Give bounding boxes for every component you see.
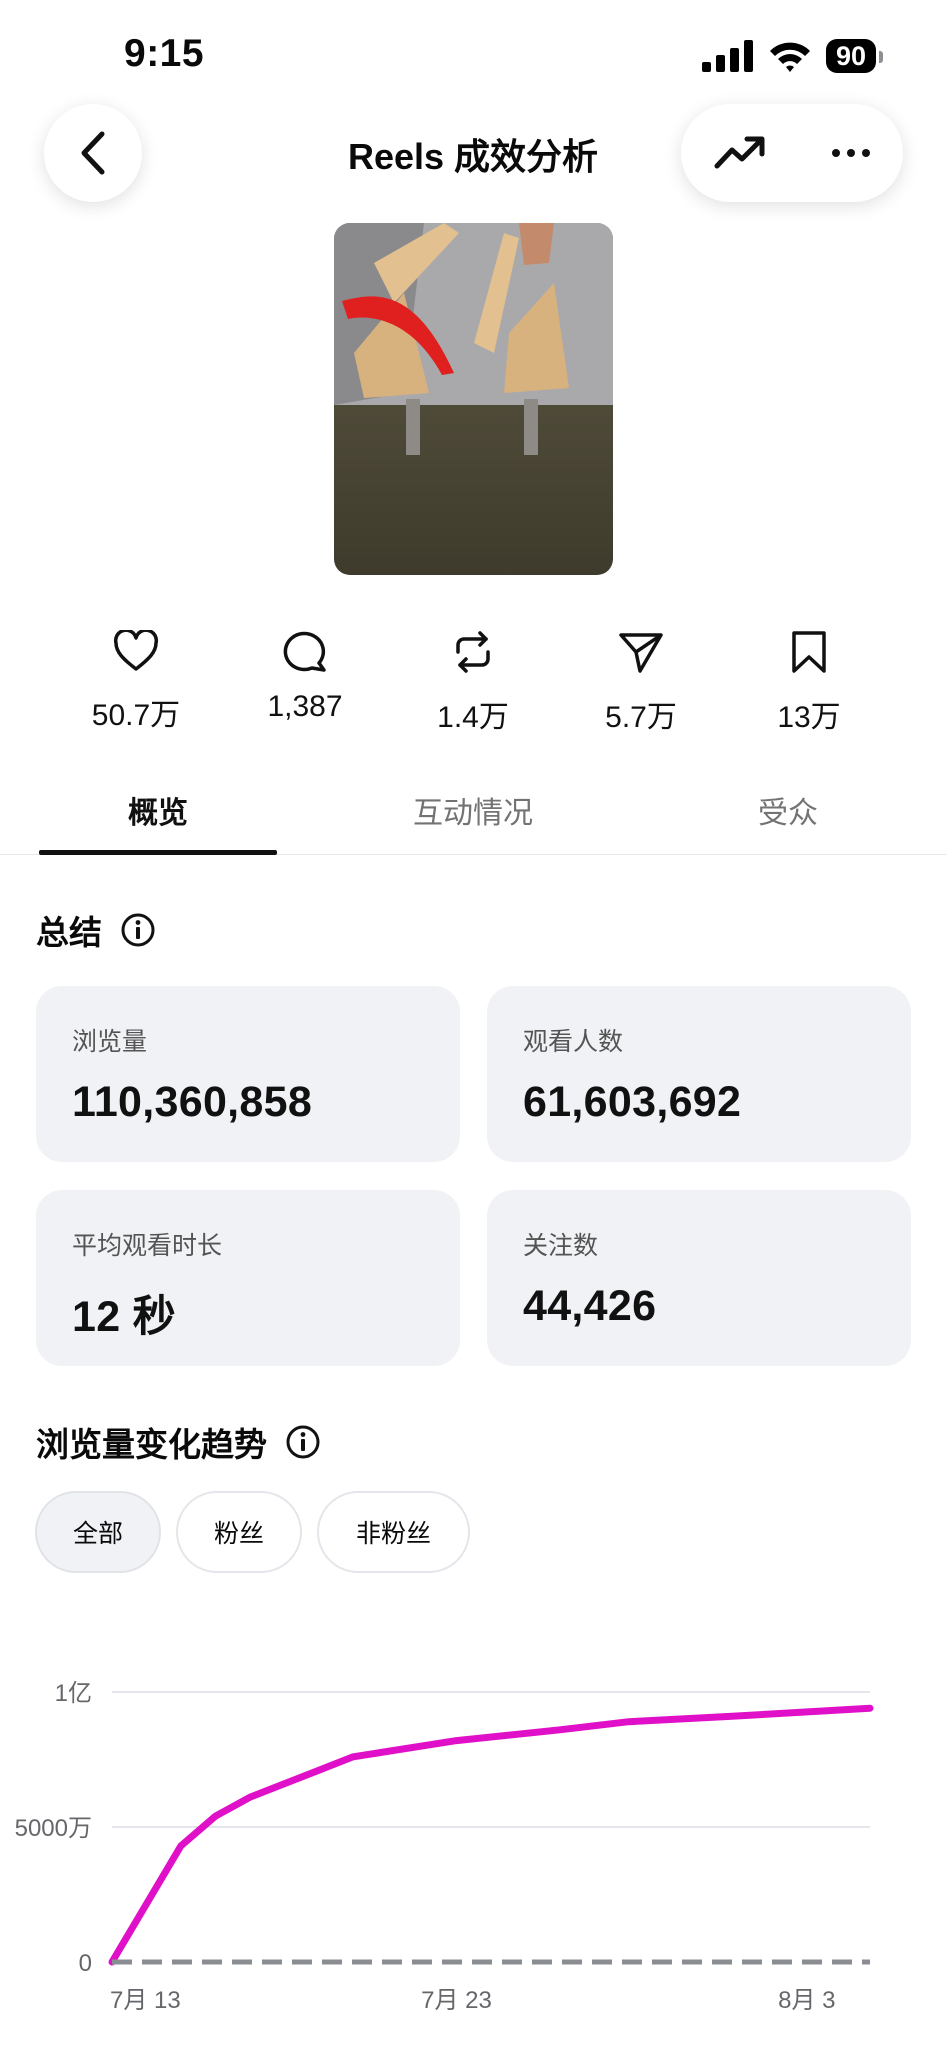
card-value: 12 秒 — [72, 1293, 176, 1341]
status-icons: 90 — [701, 36, 884, 76]
card-value: 110,360,858 — [72, 1078, 313, 1126]
y-tick-label: 1亿 — [55, 1680, 92, 1707]
status-bar: 9:15 90 — [0, 0, 946, 110]
x-tick-label: 7月 23 — [421, 1987, 492, 2014]
trend-header: 浏览量变化趋势 — [36, 1418, 321, 1466]
battery-indicator: 90 — [825, 39, 884, 73]
heart-icon — [113, 630, 159, 671]
stat-card-views[interactable]: 浏览量 110,360,858 — [36, 986, 460, 1162]
header-actions — [681, 104, 903, 202]
reel-thumbnail[interactable] — [334, 223, 613, 575]
card-value: 61,603,692 — [523, 1078, 742, 1126]
filter-chip-non-followers[interactable]: 非粉丝 — [317, 1491, 470, 1573]
metric-saves[interactable]: 13万 — [725, 630, 893, 736]
more-options-icon[interactable] — [831, 148, 871, 158]
cellular-signal-icon — [701, 40, 753, 72]
y-tick-label: 5000万 — [15, 1815, 92, 1842]
x-tick-label: 8月 3 — [778, 1987, 835, 2014]
wifi-icon — [769, 42, 810, 72]
metric-shares[interactable]: 5.7万 — [557, 630, 725, 736]
send-icon — [619, 633, 663, 673]
tab-overview[interactable]: 概览 — [39, 788, 277, 832]
metric-likes[interactable]: 50.7万 — [52, 630, 220, 734]
summary-header: 总结 — [36, 906, 156, 954]
metric-value: 13万 — [777, 701, 841, 734]
info-icon[interactable] — [120, 912, 156, 948]
status-time: 9:15 — [124, 32, 205, 75]
metric-value: 1.4万 — [437, 701, 509, 734]
card-label: 平均观看时长 — [72, 1232, 223, 1260]
metric-value: 50.7万 — [91, 699, 181, 732]
comment-icon — [283, 631, 326, 672]
stat-card-watch-time[interactable]: 平均观看时长 12 秒 — [36, 1190, 460, 1366]
filter-chip-followers[interactable]: 粉丝 — [176, 1491, 302, 1573]
tab-bar: 概览 互动情况 受众 — [0, 780, 946, 855]
y-tick-label: 0 — [79, 1950, 92, 1977]
metric-value: 1,387 — [267, 690, 343, 723]
views-trend-chart: 0 5000万 1亿 7月 13 7月 23 8月 3 — [15, 1680, 874, 2014]
bookmark-icon — [792, 631, 826, 673]
metric-value: 5.7万 — [605, 701, 677, 734]
repost-icon — [456, 631, 490, 673]
card-label: 关注数 — [523, 1232, 599, 1260]
metric-comments[interactable]: 1,387 — [221, 630, 389, 724]
card-label: 观看人数 — [523, 1028, 624, 1056]
info-icon[interactable] — [285, 1424, 321, 1460]
metric-reposts[interactable]: 1.4万 — [389, 630, 557, 736]
filter-chip-all[interactable]: 全部 — [35, 1491, 161, 1573]
x-tick-label: 7月 13 — [110, 1987, 181, 2014]
stat-card-viewers[interactable]: 观看人数 61,603,692 — [487, 986, 911, 1162]
active-tab-indicator — [39, 850, 277, 855]
tab-audience[interactable]: 受众 — [670, 788, 906, 832]
card-value: 44,426 — [523, 1282, 657, 1330]
trend-title: 浏览量变化趋势 — [36, 1426, 267, 1463]
trending-icon[interactable] — [714, 135, 766, 171]
summary-title: 总结 — [36, 914, 102, 951]
stat-card-follows[interactable]: 关注数 44,426 — [487, 1190, 911, 1366]
card-label: 浏览量 — [72, 1028, 148, 1056]
series-line-views — [108, 1704, 874, 1966]
tab-interactions[interactable]: 互动情况 — [356, 788, 590, 832]
